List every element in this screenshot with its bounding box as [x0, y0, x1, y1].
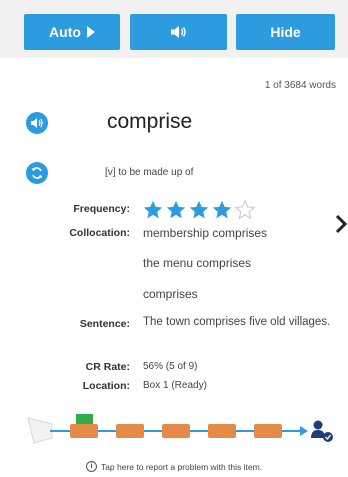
hide-button-label: Hide: [270, 24, 301, 40]
toolbar: Auto Hide: [0, 0, 348, 58]
star-filled-icon: [189, 200, 209, 219]
star-filled-icon: [166, 200, 186, 219]
start-tab-icon: [27, 417, 53, 444]
learned-user-icon: [311, 420, 333, 442]
collocation-item: the menu comprises: [143, 256, 252, 270]
cr-rate-value: 56% (5 of 9): [143, 361, 198, 372]
frequency-stars: [142, 199, 257, 221]
star-empty-icon: [234, 199, 256, 220]
box-3: [162, 424, 190, 438]
example-sentence: The town comprises five old villages.: [143, 316, 331, 328]
info-icon: i: [85, 461, 97, 472]
box-4: [208, 424, 236, 438]
collocation-label: Collocation:: [69, 227, 130, 239]
word-counter: 1 of 3684 words: [264, 80, 336, 91]
auto-play-button[interactable]: Auto: [24, 14, 120, 50]
sentence-label: Sentence:: [79, 318, 130, 330]
star-filled-icon: [212, 200, 232, 219]
box-5: [254, 424, 282, 438]
location-value: Box 1 (Ready): [143, 380, 207, 391]
word-definition: [v] to be made up of: [105, 167, 194, 178]
report-text: Tap here to report a problem with this i…: [100, 461, 263, 472]
hide-button[interactable]: Hide: [236, 14, 335, 50]
collocation-item: membership comprises: [143, 226, 268, 240]
current-marker: [76, 414, 93, 424]
refresh-icon[interactable]: [26, 162, 48, 184]
star-filled-icon: [143, 200, 163, 219]
speaker-glyph-icon: [31, 118, 43, 128]
box-progress-track[interactable]: [0, 410, 348, 450]
progress-arrowhead-icon: [300, 426, 308, 436]
frequency-label: Frequency:: [73, 203, 130, 215]
box-1: [70, 424, 98, 438]
box-2: [116, 424, 144, 438]
auto-button-label: Auto: [49, 24, 81, 40]
audio-button[interactable]: [130, 14, 227, 50]
cr-rate-label: CR Rate:: [85, 361, 130, 373]
location-label: Location:: [82, 380, 130, 392]
collocation-item: comprises: [143, 287, 198, 301]
vocab-word: comprise: [107, 110, 193, 133]
pronounce-speaker-icon[interactable]: [26, 112, 48, 134]
chevron-right-icon[interactable]: [334, 214, 348, 234]
speaker-icon: [170, 26, 186, 38]
cycle-arrows-icon: [31, 167, 43, 179]
report-problem-link[interactable]: i Tap here to report a problem with this…: [0, 461, 348, 472]
play-icon: [86, 26, 95, 38]
